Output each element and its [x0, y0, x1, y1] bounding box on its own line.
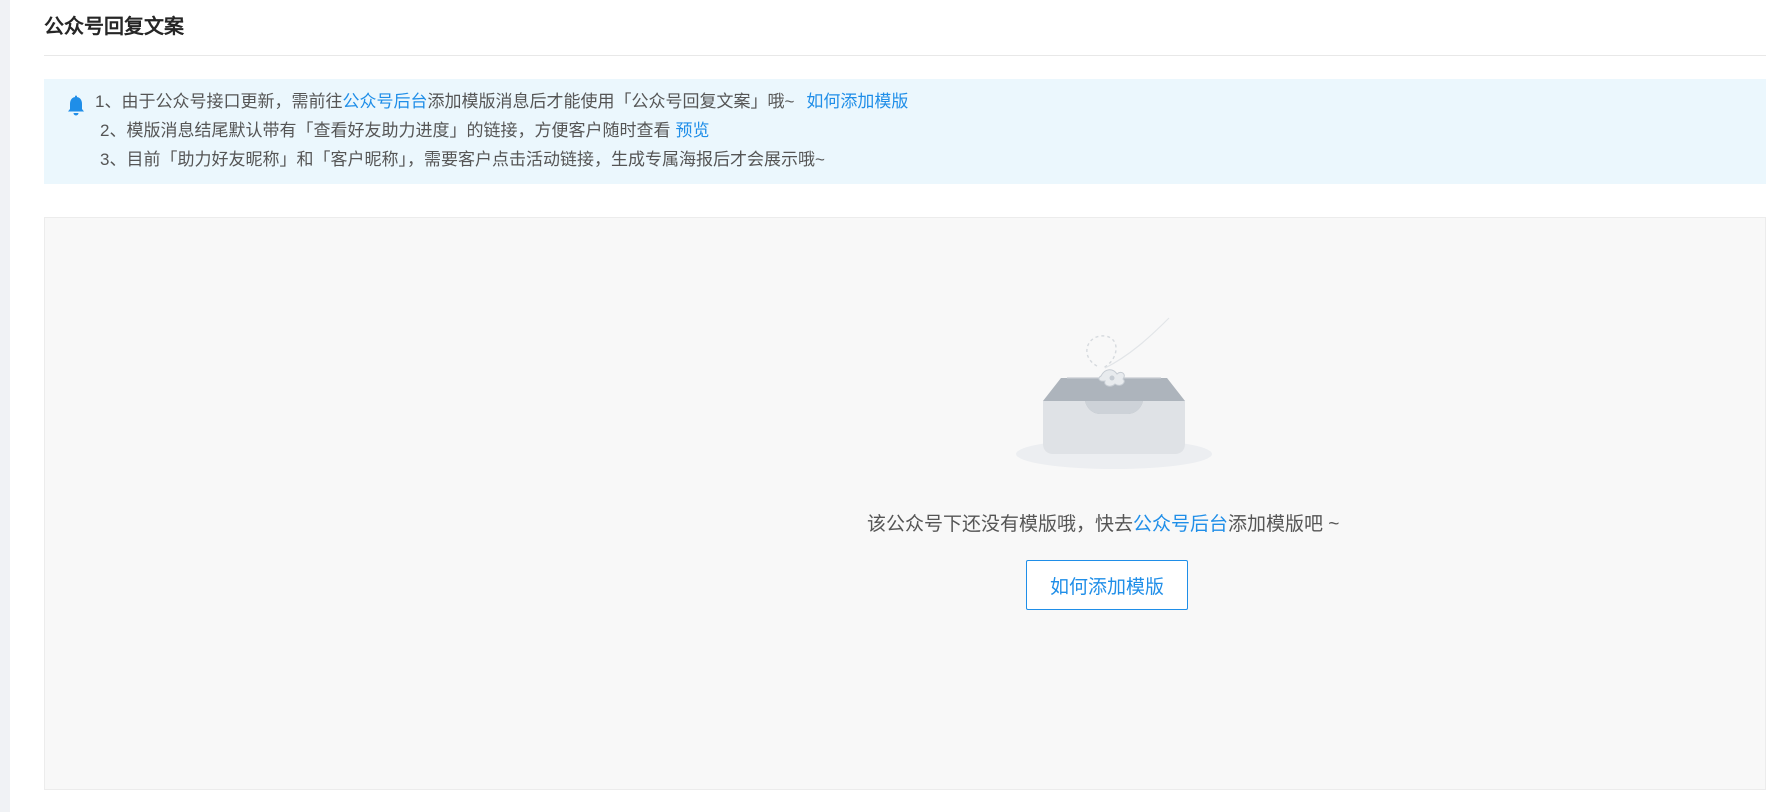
notice-line-2: 2、模版消息结尾默认带有「查看好友助力进度」的链接，方便客户随时查看 预览 [95, 118, 709, 144]
empty-state-backend-link[interactable]: 公众号后台 [1133, 514, 1228, 535]
empty-state: 该公众号下还没有模版哦，快去公众号后台添加模版吧 ~ 如何添加模版 [44, 217, 1766, 790]
title-divider [44, 55, 1766, 56]
notice-banner: 1、由于公众号接口更新，需前往公众号后台添加模版消息后才能使用「公众号回复文案」… [44, 79, 1766, 184]
notice-line-2-prefix: 2、模版消息结尾默认带有「查看好友助力进度」的链接，方便客户随时查看 [100, 121, 671, 140]
notice-line-1-prefix: 1、由于公众号接口更新，需前往 [95, 92, 343, 111]
empty-inbox-illustration [1009, 316, 1219, 471]
official-account-backend-link[interactable]: 公众号后台 [342, 92, 427, 111]
notice-line-3: 3、目前「助力好友昵称」和「客户昵称」，需要客户点击活动链接，生成专属海报后才会… [95, 147, 825, 173]
page-title: 公众号回复文案 [44, 16, 184, 38]
main-panel: 公众号回复文案 1、由于公众号接口更新，需前往公众号后台添加模版消息后才能使用「… [10, 0, 1766, 812]
notice-line-1: 1、由于公众号接口更新，需前往公众号后台添加模版消息后才能使用「公众号回复文案」… [95, 89, 908, 115]
how-to-add-template-button[interactable]: 如何添加模版 [1026, 560, 1188, 610]
bell-icon [66, 95, 86, 117]
how-to-add-template-link[interactable]: 如何添加模版 [806, 92, 908, 111]
empty-state-suffix: 添加模版吧 ~ [1228, 514, 1340, 535]
empty-state-prefix: 该公众号下还没有模版哦，快去 [867, 514, 1134, 535]
notice-line-1-middle: 添加模版消息后才能使用「公众号回复文案」哦~ [427, 92, 795, 111]
preview-link[interactable]: 预览 [675, 121, 709, 140]
notice-line-3-text: 3、目前「助力好友昵称」和「客户昵称」，需要客户点击活动链接，生成专属海报后才会… [100, 150, 825, 169]
left-rail [0, 0, 10, 812]
